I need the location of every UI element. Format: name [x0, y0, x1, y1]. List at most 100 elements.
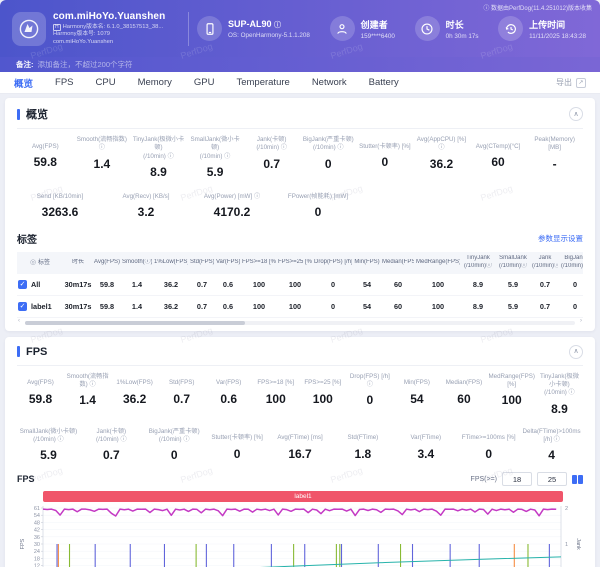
fps-metric2-6-value: 3.4	[395, 447, 456, 461]
cell-1-2: 1.4	[121, 295, 153, 317]
table-header-1: 时长	[63, 252, 93, 274]
tab-GPU[interactable]: GPU	[194, 77, 215, 88]
tab-Battery[interactable]: Battery	[369, 77, 399, 88]
app-block: com.miHoYo.Yuanshen H Harmony版本名: 6.1.0_…	[12, 11, 180, 45]
collapse-overview-button[interactable]: ∧	[569, 107, 583, 121]
fps-metric2-7: FTime>=100ms [%]0	[457, 428, 520, 463]
fps-metric-9: Median(FPS)60	[440, 373, 487, 416]
overview-title: 概览	[26, 106, 48, 122]
fps-metric2-0: SmallJank(微小卡顿)(/10min) ⓘ5.9	[17, 428, 80, 463]
tab-FPS[interactable]: FPS	[55, 77, 73, 88]
row-label-name: All	[31, 280, 40, 289]
overview-metric-8-value: 60	[471, 155, 526, 169]
table-header-2: Avg(FPS)	[93, 252, 121, 274]
fps-chart[interactable]: 0612182430364248546101200:0001:3603:1204…	[17, 504, 587, 567]
overview-net-metric-3: FPower(帧能耗) [mW]0	[275, 186, 361, 219]
table-scrollbar-thumb[interactable]	[25, 321, 245, 325]
fps-metric2-8: Delta(FTime)>100ms [/h] ⓘ4	[520, 428, 583, 463]
fps-metric-0: Avg(FPS)59.8	[17, 373, 64, 416]
overview-metric-5-value: 0	[301, 157, 356, 171]
overview-metric-0: Avg(FPS)59.8	[17, 136, 74, 179]
fps-metric2-4: Avg(FTime) [ms]16.7	[269, 428, 332, 463]
fps-metric-6-value: 100	[300, 392, 345, 406]
fps-metric2-8-value: 4	[521, 448, 582, 462]
export-label[interactable]: 导出	[556, 77, 572, 88]
fps-metric-7: Drop(FPS) [/h] ⓘ0	[346, 373, 393, 416]
fps-metric-8: Min(FPS)54	[393, 373, 440, 416]
fps-metric-11: TinyJank(极微小卡顿)(/10min) ⓘ8.9	[536, 373, 583, 416]
svg-text:2: 2	[565, 506, 568, 512]
cell-0-0: 30m17s	[63, 274, 93, 296]
tab-概览[interactable]: 概览	[14, 76, 33, 90]
device-model: SUP-AL90	[228, 19, 272, 29]
cell-0-15: 0	[559, 274, 583, 296]
collect-version-note: ⓘ 数据由PerfDog(11.4.251012)版本收集	[483, 3, 592, 12]
fps-metric2-5: Std(FTime)1.8	[331, 428, 394, 463]
cell-1-0: 30m17s	[63, 295, 93, 317]
cell-1-6: 100	[241, 295, 277, 317]
scroll-left-icon[interactable]: ‹	[18, 318, 20, 324]
section-accent-bar	[17, 109, 20, 120]
overview-metric-8: Avg(CTemp)[°C]60	[470, 136, 527, 179]
tab-Network[interactable]: Network	[312, 77, 347, 88]
overview-metric-9-value: -	[527, 157, 582, 171]
fps-metric-2-value: 36.2	[112, 392, 157, 406]
overview-metric-4-value: 0.7	[244, 157, 299, 171]
overview-net-metric-1: Avg(Recv) [KB/s]3.2	[103, 186, 189, 219]
upload-time-block: 上传时间 11/11/2025 18:43:28	[498, 16, 586, 41]
overview-net-metric-2-value: 4170.2	[190, 205, 274, 219]
cell-0-12: 8.9	[461, 274, 495, 296]
fps-chart-title: FPS	[17, 474, 35, 484]
note-label: 备注:	[16, 59, 34, 70]
labels-table: ◎标签时长Avg(FPS)Smooth(ⓘ)1%Low(FPS)Std(FPS)…	[17, 252, 583, 318]
labels-title: 标签	[17, 231, 37, 246]
table-header-9: Drop(FPS) [/h]ⓘ	[313, 252, 353, 274]
param-display-settings-link[interactable]: 参数显示设置	[538, 233, 583, 244]
tab-Temperature[interactable]: Temperature	[236, 77, 289, 88]
eye-icon[interactable]: ◎	[30, 259, 36, 266]
chart-settings-icon[interactable]	[572, 475, 583, 484]
fps-title: FPS	[26, 346, 47, 358]
table-header-6: Var(FPS)	[215, 252, 241, 274]
table-header-8: FPS>=25 [%]	[277, 252, 313, 274]
cell-0-5: 0.6	[215, 274, 241, 296]
svg-text:Jank: Jank	[575, 539, 581, 551]
overview-metric-6-value: 0	[358, 155, 413, 169]
note-bar[interactable]: 备注: 添加备注，不超过200个字符	[0, 57, 600, 72]
tab-CPU[interactable]: CPU	[96, 77, 116, 88]
row-checkbox-label1[interactable]: ✓	[18, 302, 27, 311]
fps-metric-3: Std(FPS)0.7	[158, 373, 205, 416]
creator-value: 159****6400	[361, 33, 395, 40]
cell-0-4: 0.7	[189, 274, 215, 296]
row-checkbox-All[interactable]: ✓	[18, 280, 27, 289]
fps-metric2-3-value: 0	[207, 447, 268, 461]
fps-threshold-input-1[interactable]	[502, 472, 532, 486]
fps-metric-4: Var(FPS)0.6	[205, 373, 252, 416]
cell-1-1: 59.8	[93, 295, 121, 317]
fps-threshold-input-2[interactable]	[537, 472, 567, 486]
table-scrollbar[interactable]: ‹ ›	[25, 321, 575, 325]
table-header-13: TinyJank(/10min)ⓘ	[461, 252, 495, 274]
table-header-15: Jank(/10min)ⓘ	[531, 252, 559, 274]
export-icon[interactable]: ↗	[576, 78, 586, 88]
fps-metric-8-value: 54	[394, 392, 439, 406]
overview-net-metric-1-value: 3.2	[104, 205, 188, 219]
cell-0-8: 0	[313, 274, 353, 296]
label1-region-bar[interactable]: label1	[43, 491, 563, 502]
fps-metric-5-value: 100	[253, 392, 298, 406]
phone-icon	[197, 16, 222, 41]
duration-label: 时长	[446, 18, 479, 31]
device-info-icon[interactable]: ⓘ	[274, 22, 281, 29]
harmony-build: Harmony版本号: 1079	[53, 31, 165, 38]
duration-block: 时长 0h 30m 17s	[415, 16, 479, 41]
scroll-right-icon[interactable]: ›	[580, 318, 582, 324]
cell-1-12: 8.9	[461, 295, 495, 317]
fps-metric-1-value: 1.4	[65, 393, 110, 407]
tab-Memory[interactable]: Memory	[138, 77, 172, 88]
collapse-fps-button[interactable]: ∧	[569, 345, 583, 359]
table-header-4: 1%Low(FPS)	[153, 252, 189, 274]
cell-1-9: 54	[353, 295, 381, 317]
fps-metric-2: 1%Low(FPS)36.2	[111, 373, 158, 416]
svg-text:48: 48	[34, 521, 40, 527]
fps-threshold-label: FPS(>=)	[471, 476, 497, 483]
